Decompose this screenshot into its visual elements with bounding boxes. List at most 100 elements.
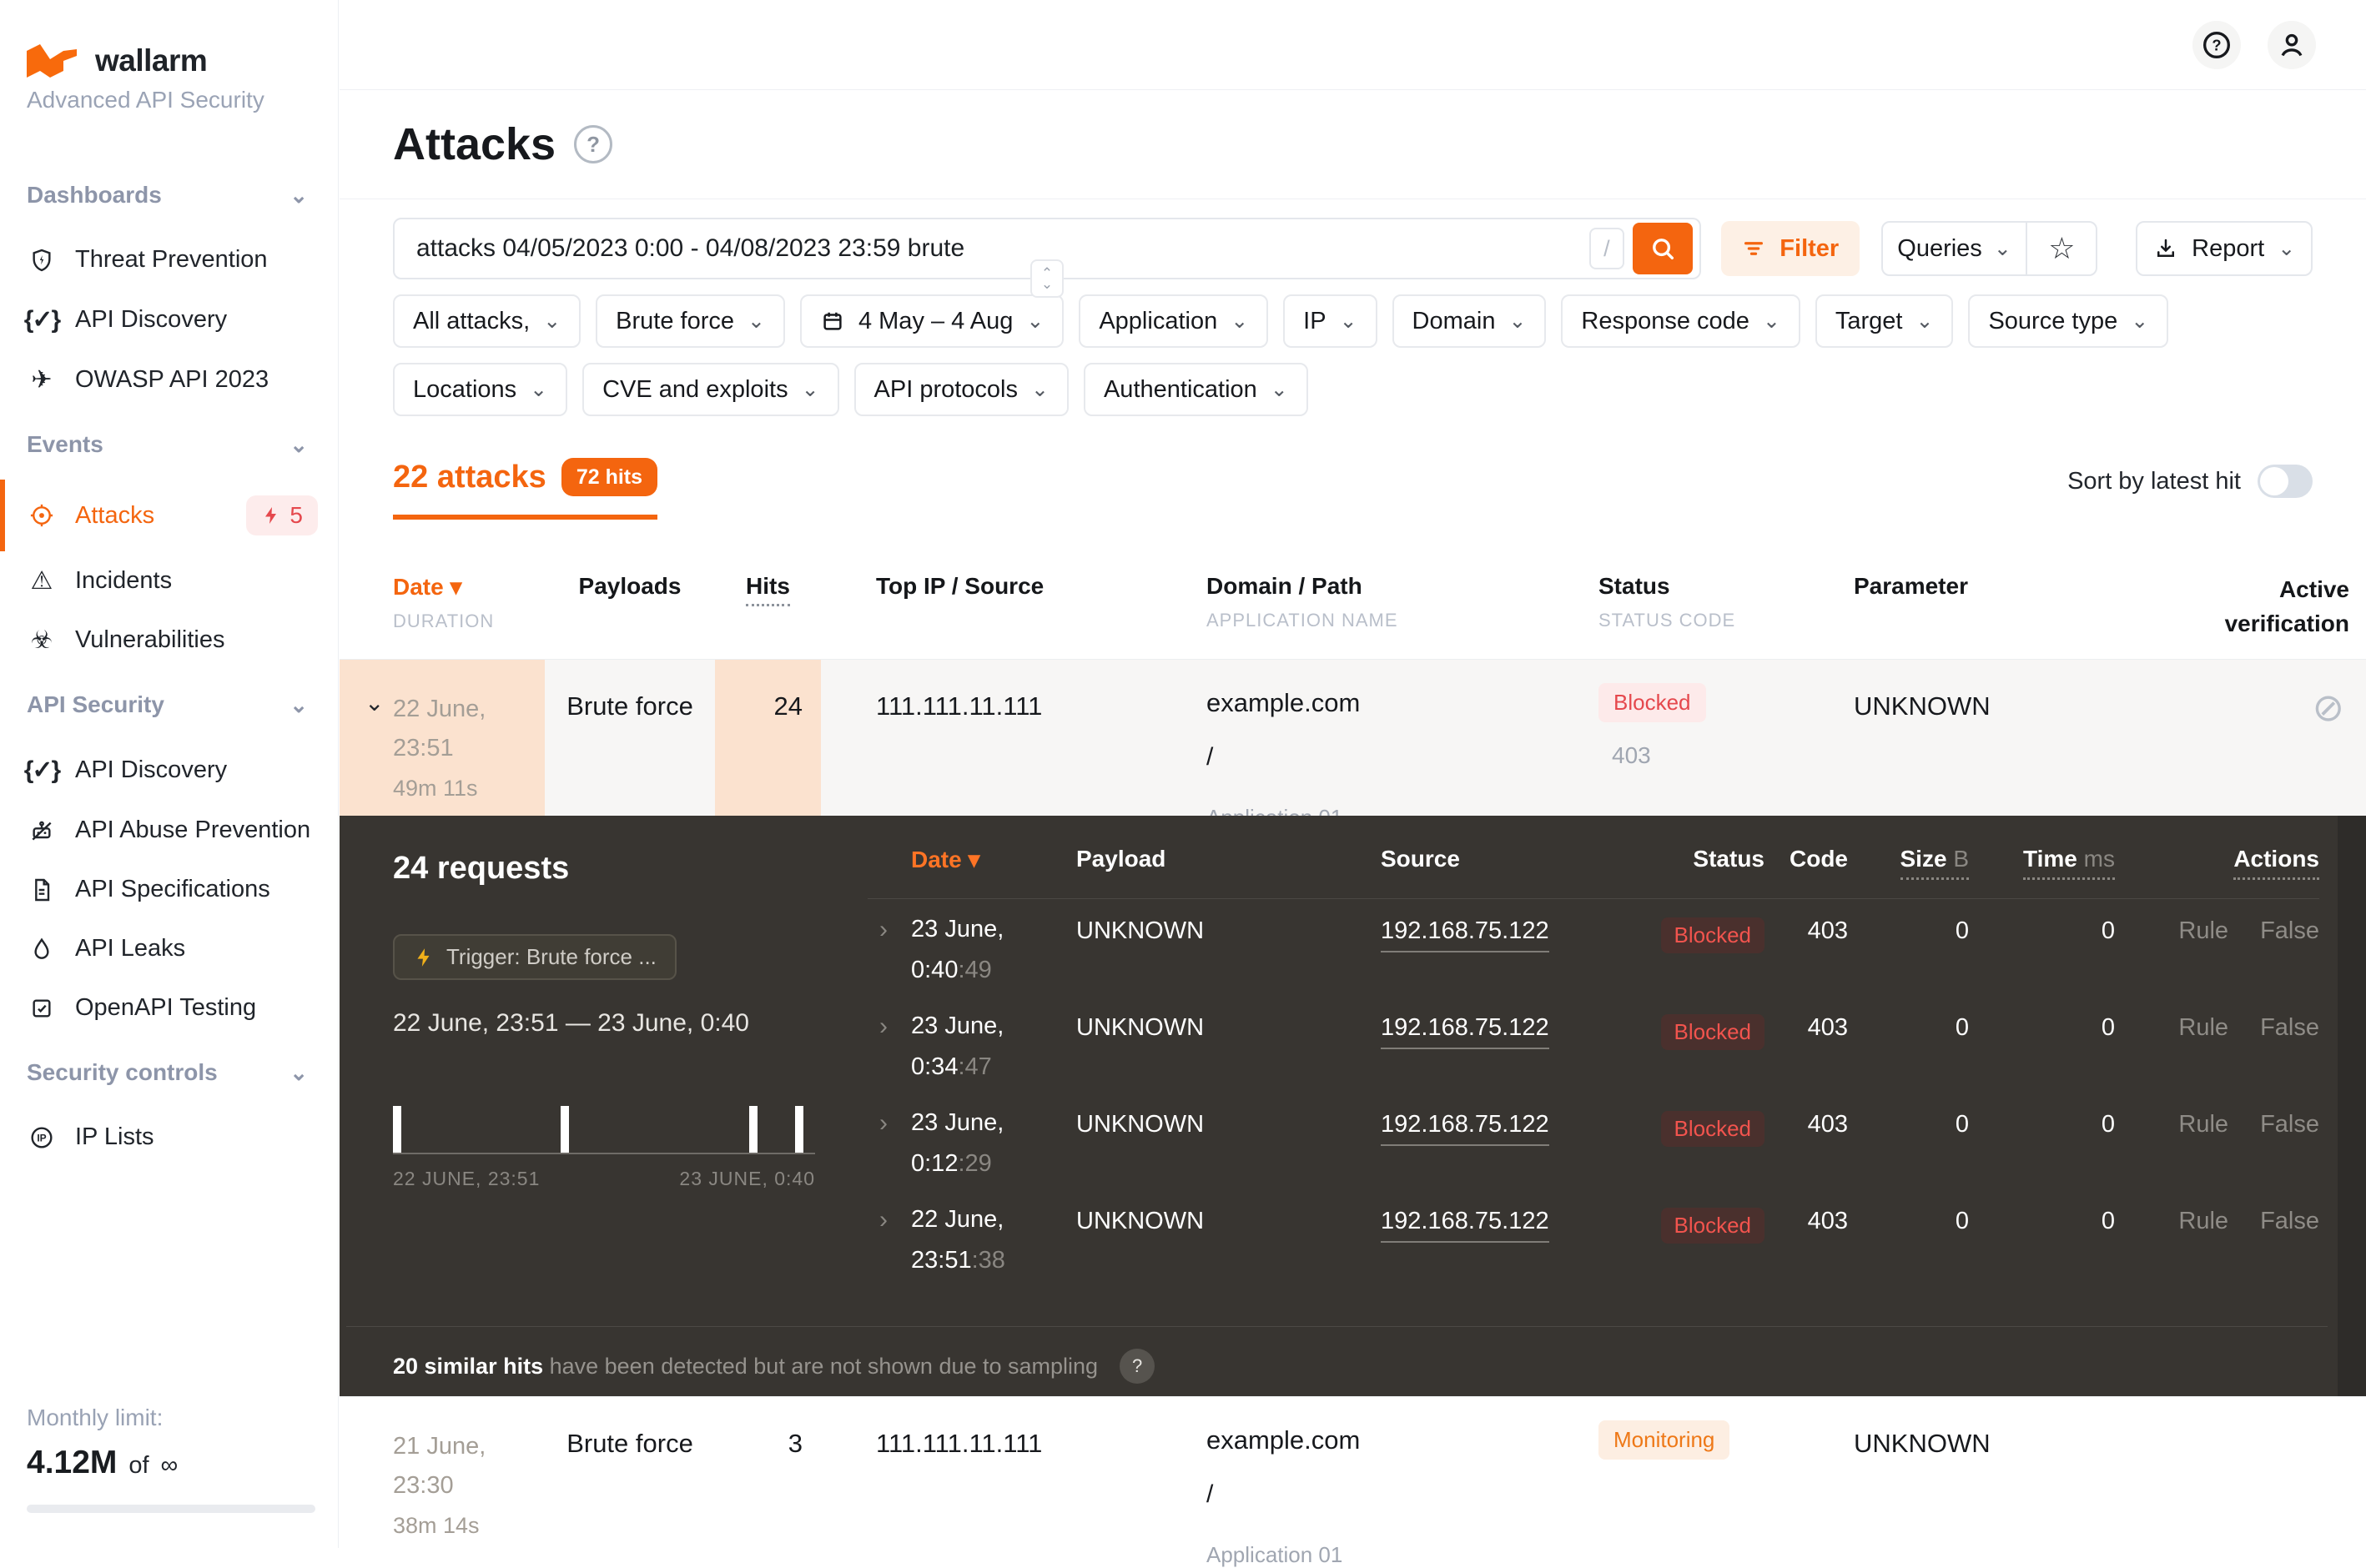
request-row[interactable]: › 23 June, 0:40:49 UNKNOWN 192.168.75.12…: [868, 899, 2319, 996]
chevron-right-icon[interactable]: ›: [879, 1111, 888, 1136]
filter-chip[interactable]: API protocols ⌄: [854, 363, 1069, 416]
filter-chip[interactable]: Application ⌄: [1079, 294, 1268, 348]
request-status-badge: Blocked: [1661, 917, 1765, 953]
filter-chip[interactable]: Source type ⌄: [1968, 294, 2168, 348]
collapse-stepper[interactable]: ⌃ ⌄: [1030, 259, 1064, 298]
filter-chip[interactable]: Response code ⌄: [1561, 294, 1800, 348]
report-button[interactable]: Report ⌄: [2136, 221, 2313, 276]
filter-chip[interactable]: Domain ⌄: [1392, 294, 1547, 348]
date-range-chip[interactable]: 4 May – 4 Aug ⌄: [800, 294, 1064, 348]
rule-action[interactable]: Rule: [2178, 1208, 2228, 1234]
chevron-right-icon[interactable]: ›: [879, 1014, 888, 1039]
lightning-icon: [413, 947, 435, 968]
attack-row-collapsed[interactable]: 21 June, 23:30 38m 14s Brute force 3 111…: [340, 1396, 2366, 1548]
attack-domain[interactable]: example.com: [1206, 688, 1580, 718]
search-input[interactable]: attacks 04/05/2023 0:00 - 04/08/2023 23:…: [393, 218, 1701, 279]
false-action[interactable]: False: [2260, 1111, 2319, 1138]
sidebar-item-incidents[interactable]: ⚠ Incidents: [0, 551, 338, 611]
attack-top-ip[interactable]: 111.111.11.111: [821, 1397, 1188, 1568]
sidebar-item-openapi-testing[interactable]: OpenAPI Testing: [0, 978, 338, 1038]
filter-chip[interactable]: All attacks, ⌄: [393, 294, 581, 348]
sidebar-section-api-security[interactable]: API Security ⌄: [0, 670, 338, 740]
filter-button[interactable]: Filter: [1721, 221, 1860, 276]
chevron-right-icon[interactable]: ›: [879, 1208, 888, 1233]
filter-chip[interactable]: Target ⌄: [1815, 294, 1954, 348]
col-top-ip: Top IP / Source: [876, 573, 1044, 599]
sidebar-item-vulnerabilities[interactable]: ☣ Vulnerabilities: [0, 611, 338, 670]
sidebar-item-api-discovery-2[interactable]: {✓} API Discovery: [0, 740, 338, 801]
request-row[interactable]: › 23 June, 0:12:29 UNKNOWN 192.168.75.12…: [868, 1093, 2319, 1189]
col-hits[interactable]: Hits: [746, 573, 790, 606]
attack-date-cell[interactable]: ⌄ 22 June, 23:51 49m 11s: [340, 660, 545, 831]
request-source[interactable]: 192.168.75.122: [1381, 917, 1549, 952]
sidebar-section-dashboards[interactable]: Dashboards ⌄: [0, 160, 338, 230]
bot-slash-icon: [27, 817, 57, 844]
request-row[interactable]: › 23 June, 0:34:47 UNKNOWN 192.168.75.12…: [868, 996, 2319, 1093]
request-source[interactable]: 192.168.75.122: [1381, 1111, 1549, 1146]
request-source[interactable]: 192.168.75.122: [1381, 1014, 1549, 1049]
chevron-right-icon[interactable]: ›: [879, 917, 888, 942]
attack-domain[interactable]: example.com: [1206, 1425, 1580, 1455]
monthly-limit-value: 4.12M: [27, 1445, 117, 1481]
filter-chip[interactable]: CVE and exploits ⌄: [582, 363, 838, 416]
req-col-source: Source: [1381, 846, 1660, 880]
false-action[interactable]: False: [2260, 1208, 2319, 1234]
sidebar-item-threat-prevention[interactable]: Threat Prevention: [0, 230, 338, 289]
sidebar-section-security-controls[interactable]: Security controls ⌄: [0, 1038, 338, 1108]
req-col-actions[interactable]: Actions: [2233, 846, 2319, 880]
queries-button[interactable]: Queries ⌄: [1883, 223, 2026, 274]
rule-action[interactable]: Rule: [2178, 917, 2228, 944]
sidebar-section-events[interactable]: Events ⌄: [0, 410, 338, 480]
sidebar-item-owasp-api-2023[interactable]: ✈ OWASP API 2023: [0, 350, 338, 410]
attack-duration: 49m 11s: [393, 771, 545, 807]
attacks-count-badge: 5: [246, 495, 318, 535]
attacks-count-tab[interactable]: 22 attacks 72 hits: [393, 458, 657, 520]
slash-circle-icon[interactable]: ⊘: [2312, 686, 2344, 729]
sidebar-item-attacks[interactable]: Attacks 5: [0, 480, 338, 551]
sidebar-item-api-leaks[interactable]: API Leaks: [0, 919, 338, 978]
title-help-icon[interactable]: ?: [574, 125, 612, 163]
sidebar-item-ip-lists[interactable]: IP IP Lists: [0, 1108, 338, 1167]
req-col-date[interactable]: Date ▾: [868, 846, 1076, 880]
req-col-size[interactable]: Size B: [1900, 846, 1970, 880]
filter-chip[interactable]: IP ⌄: [1283, 294, 1377, 348]
request-actions: Rule False: [2115, 917, 2319, 996]
sidebar-item-api-discovery[interactable]: {✓} API Discovery: [0, 289, 338, 350]
sidebar: wallarm Advanced API Security Dashboards…: [0, 0, 339, 1548]
search-button[interactable]: [1633, 223, 1693, 274]
filter-chip[interactable]: Locations ⌄: [393, 363, 567, 416]
sort-toggle[interactable]: [2258, 465, 2313, 498]
attack-app-name: Application 01: [1206, 1542, 1580, 1568]
filter-icon: [1741, 236, 1766, 261]
request-source[interactable]: 192.168.75.122: [1381, 1208, 1549, 1243]
toggle-knob: [2260, 467, 2288, 495]
false-action[interactable]: False: [2260, 917, 2319, 944]
attack-status-cell: Blocked 403: [1580, 660, 1835, 831]
col-date[interactable]: Date ▾: [393, 574, 462, 600]
attack-row-expanded[interactable]: ⌄ 22 June, 23:51 49m 11s Brute force 24 …: [340, 659, 2366, 816]
trigger-chip[interactable]: Trigger: Brute force ...: [393, 934, 677, 980]
attack-hits-cell[interactable]: 3: [715, 1397, 821, 1568]
false-action[interactable]: False: [2260, 1014, 2319, 1041]
request-row[interactable]: › 22 June, 23:51:38 UNKNOWN 192.168.75.1…: [868, 1189, 2319, 1286]
filter-chip[interactable]: Brute force ⌄: [596, 294, 785, 348]
attack-date-cell[interactable]: 21 June, 23:30 38m 14s: [340, 1397, 545, 1568]
chevron-down-icon[interactable]: ⌄: [365, 685, 384, 722]
filter-chip[interactable]: Authentication ⌄: [1084, 363, 1308, 416]
attack-hits-cell[interactable]: 24: [715, 660, 821, 831]
attack-top-ip[interactable]: 111.111.11.111: [821, 660, 1188, 831]
sampling-help-icon[interactable]: ?: [1120, 1349, 1155, 1384]
sidebar-item-api-specifications[interactable]: API Specifications: [0, 860, 338, 919]
search-query[interactable]: attacks 04/05/2023 0:00 - 04/08/2023 23:…: [416, 234, 1589, 263]
req-col-time[interactable]: Time ms: [2023, 846, 2115, 880]
rule-action[interactable]: Rule: [2178, 1014, 2228, 1041]
brand-logo[interactable]: wallarm: [0, 0, 338, 78]
rule-action[interactable]: Rule: [2178, 1111, 2228, 1138]
panel-scrollbar[interactable]: [2338, 816, 2366, 1396]
sidebar-item-api-abuse-prevention[interactable]: API Abuse Prevention: [0, 801, 338, 860]
favorite-query-button[interactable]: ☆: [2026, 223, 2096, 274]
attack-duration: 38m 14s: [393, 1508, 545, 1544]
col-active-verification: Active verification: [2223, 573, 2349, 641]
user-menu-button[interactable]: [2268, 21, 2316, 69]
help-button[interactable]: ?: [2192, 21, 2241, 69]
